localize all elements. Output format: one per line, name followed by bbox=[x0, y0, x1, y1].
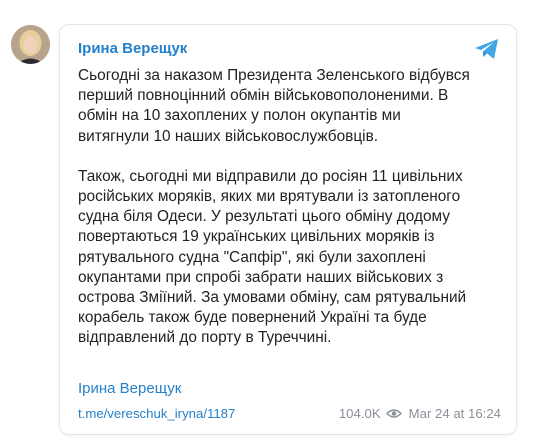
post-meta: 104.0K Mar 24 at 16:24 bbox=[339, 406, 501, 421]
avatar[interactable] bbox=[11, 25, 50, 64]
message-line: острова Зміїний. За умовами обміну, сам … bbox=[78, 289, 467, 307]
message-line: судна біля Одеси. У результаті цього обм… bbox=[78, 208, 450, 226]
message-line: окупантами при спробі забрати наших війс… bbox=[78, 268, 444, 286]
message-line: корабель також буде повернений Україні т… bbox=[78, 309, 427, 327]
message-line: Сьогодні за наказом Президента Зеленсько… bbox=[78, 67, 470, 84]
message-line: російських моряків, яких ми врятували із… bbox=[78, 188, 461, 206]
telegram-icon[interactable] bbox=[474, 37, 500, 61]
message-line: повертаються 19 українських цивільних мо… bbox=[78, 228, 435, 246]
post-link[interactable]: t.me/vereschuk_iryna/1187 bbox=[78, 406, 235, 421]
message-line: Також, сьогодні ми відправили до росіян … bbox=[78, 167, 463, 185]
author-signature[interactable]: Ірина Верещук bbox=[78, 380, 181, 397]
view-count: 104.0K bbox=[338, 406, 381, 421]
message-text: Сьогодні за наказом Президента Зеленсько… bbox=[78, 66, 508, 349]
message-line: обмін на 10 захоплених у полон окупантів… bbox=[78, 107, 401, 125]
message-line: перший повноцінний обмін військовополоне… bbox=[78, 87, 449, 105]
message-line: витягнули 10 наших військовослужбовців. bbox=[78, 127, 379, 145]
avatar-image bbox=[11, 25, 50, 64]
eye-icon bbox=[385, 409, 402, 418]
timestamp[interactable]: Mar 24 at 16:24 bbox=[409, 406, 501, 421]
channel-name[interactable]: Ірина Верещук bbox=[78, 40, 187, 57]
message-line: відправлений до порту в Туреччині. bbox=[78, 329, 332, 347]
message-line: рятувального судна "Сапфір", які були за… bbox=[78, 248, 426, 266]
message-card: Ірина Верещук Сьогодні за наказом Презид… bbox=[59, 24, 517, 435]
